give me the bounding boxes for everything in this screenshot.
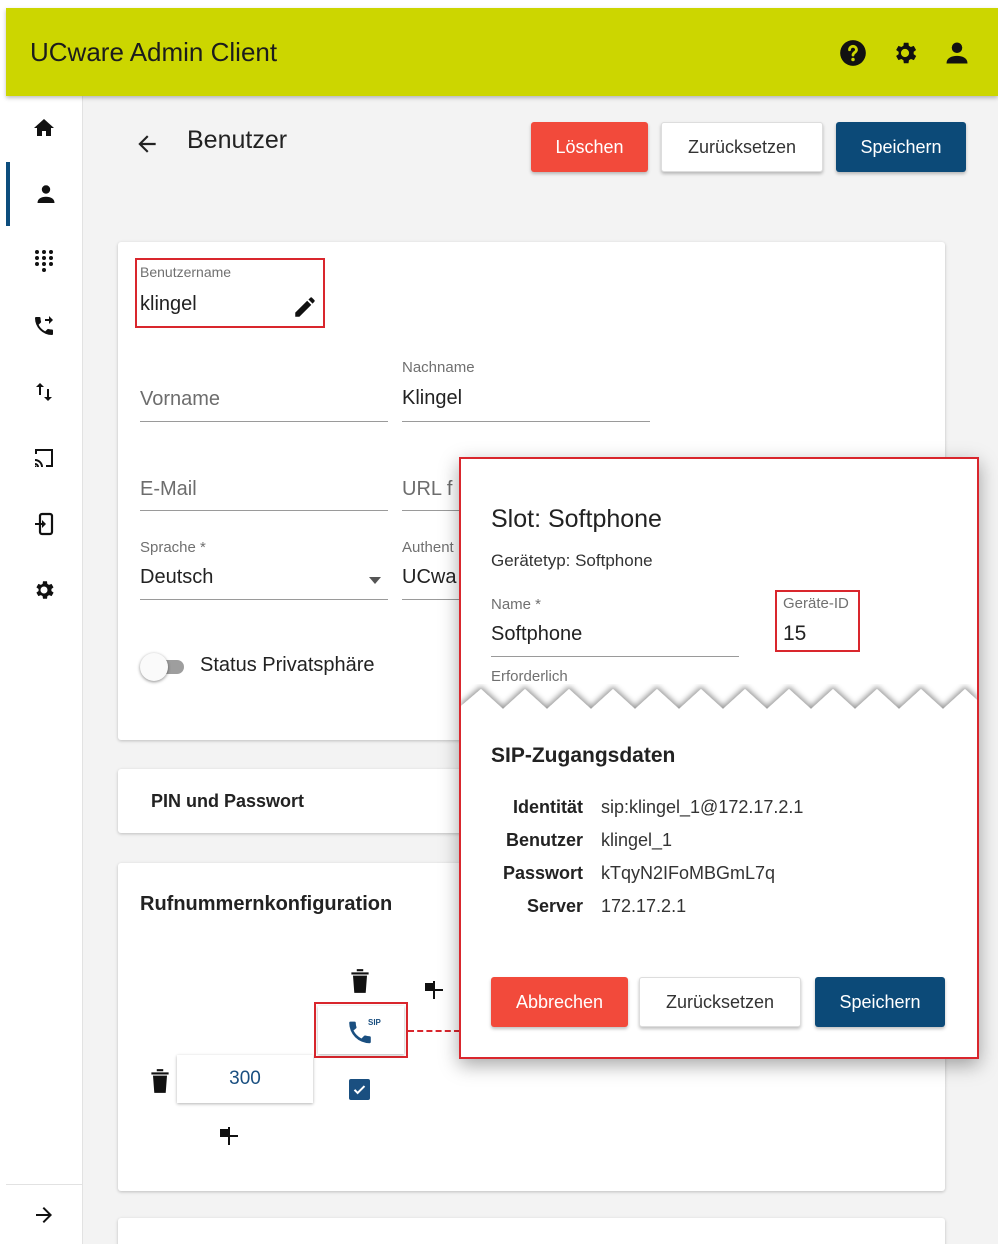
sip-value: kTqyN2IFoMBGmL7q [601,863,776,883]
nav-call-forwarding[interactable] [6,294,82,358]
plus-icon [220,1127,238,1145]
number-config-title: Rufnummernkonfiguration [140,893,393,915]
sip-key: Server [526,896,583,916]
slot-dialog: Slot: Softphone Gerätetyp: Softphone Nam… [459,457,979,1059]
name-input[interactable]: Softphone [491,623,582,646]
firstname-input[interactable]: Vorname [140,388,220,411]
sip-value: 172.17.2.1 [601,896,687,916]
reset-button[interactable]: Zurücksetzen [661,122,823,172]
username-label: Benutzername [140,264,232,280]
cast-icon [35,449,53,467]
lastname-label: Nachname [402,359,475,376]
username-value[interactable]: klingel [140,293,197,316]
sip-key: Passwort [502,863,583,883]
device-id-value: 15 [783,622,807,645]
language-underline [140,599,388,600]
device-id-label: Geräte-ID [783,595,849,612]
person-icon [37,185,55,203]
app-title: UCware Admin Client [30,36,278,67]
slot-connector [408,1030,460,1032]
lastname-input[interactable]: Klingel [402,387,462,410]
number-box[interactable]: 300 [177,1055,313,1103]
dialog-title: Slot: Softphone [491,505,662,533]
firstname-underline [140,421,388,422]
gear-icon[interactable] [890,38,920,68]
language-label: Sprache * [140,539,206,556]
dialpad-icon [35,250,53,272]
next-section-card [118,1218,945,1244]
save-button[interactable]: Speichern [836,122,966,172]
nav-home[interactable] [6,96,82,160]
add-number-button[interactable] [218,1125,240,1152]
account-icon[interactable] [942,38,972,68]
arrow-left-icon [138,135,156,153]
edit-username-button[interactable] [292,294,318,325]
sip-row-password: Passwort kTqyN2IFoMBGmL7q [459,863,979,891]
sip-value: sip:klingel_1@172.17.2.1 [601,797,804,817]
swap-vertical-icon [36,383,52,401]
sip-key: Identität [513,797,583,817]
url-input[interactable]: URL f [402,478,452,501]
sip-row-identity: Identität sip:klingel_1@172.17.2.1 [459,797,979,825]
email-input[interactable]: E-Mail [140,478,197,501]
pin-password-title: PIN und Passwort [151,791,305,811]
name-underline [491,656,739,657]
back-button[interactable] [133,130,161,158]
arrow-right-icon [36,1207,52,1223]
sip-slot-button[interactable]: SIP [318,1006,404,1054]
page-title: Benutzer [187,126,288,154]
dialog-reset-button[interactable]: Zurücksetzen [639,977,801,1027]
language-select[interactable]: Deutsch [140,566,213,589]
device-type-label: Gerätetyp: Softphone [491,551,653,570]
nav-device-login[interactable] [6,492,82,556]
nav-dialpad[interactable] [6,228,82,292]
trash-icon [351,969,369,993]
sidebar [6,96,83,1244]
admin-client-window: UCware Admin Client Benutzer Löschen Zur… [0,0,998,1244]
nav-users[interactable] [6,162,82,226]
auth-select[interactable]: UCwa [402,566,456,589]
nav-transfer[interactable] [6,360,82,424]
url-underline [402,510,462,511]
home-icon [34,119,54,136]
device-login-icon [35,512,54,536]
pencil-icon [295,297,315,317]
help-icon[interactable] [838,38,868,68]
app-bar: UCware Admin Client [6,8,998,96]
dialog-cancel-button[interactable]: Abbrechen [491,977,628,1027]
email-underline [140,510,388,511]
check-icon [353,1085,366,1095]
delete-number-button[interactable] [147,1067,173,1100]
plus-icon [425,981,443,999]
sip-badge: SIP [368,1018,381,1027]
sip-row-server: Server 172.17.2.1 [459,896,979,924]
name-label: Name * [491,596,542,613]
lastname-underline [402,421,650,422]
settings-icon [36,581,54,599]
slot-checkbox[interactable] [349,1079,370,1100]
sip-key: Benutzer [505,830,583,850]
nav-cast[interactable] [6,426,82,490]
dialog-save-button[interactable]: Speichern [815,977,945,1027]
privacy-toggle[interactable] [140,653,190,681]
sidebar-expand-button[interactable] [6,1184,82,1244]
delete-button[interactable]: Löschen [531,122,648,172]
app-bar-actions [838,38,972,68]
phone-forward-icon [35,316,53,335]
privacy-label: Status Privatsphäre [200,654,375,676]
sip-credentials-title: SIP-Zugangsdaten [491,744,676,767]
required-hint: Erforderlich [491,668,568,685]
dropdown-arrow-icon[interactable] [368,572,382,590]
nav-settings[interactable] [6,558,82,622]
sip-row-user: Benutzer klingel_1 [459,830,979,858]
auth-underline [402,599,462,600]
delete-slot-button[interactable] [347,967,373,1000]
add-slot-button[interactable] [423,979,445,1006]
trash-icon [151,1069,169,1093]
sip-value: klingel_1 [601,830,673,850]
auth-label: Authent [402,539,454,556]
